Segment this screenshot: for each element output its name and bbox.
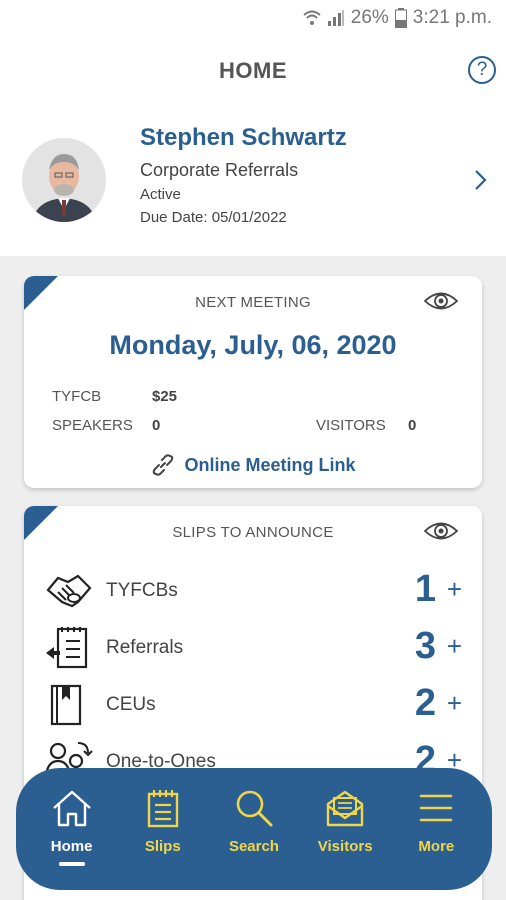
battery-icon xyxy=(394,8,407,28)
tyfcb-label: TYFCB xyxy=(52,388,102,405)
nav-label: Home xyxy=(50,838,93,855)
menu-icon xyxy=(420,794,453,822)
handshake-icon xyxy=(46,574,92,608)
slip-count: 2 xyxy=(414,682,436,724)
visitors-value: 0 xyxy=(408,417,417,434)
nav-slips[interactable]: Slips xyxy=(121,768,205,890)
link-icon xyxy=(153,454,174,476)
active-tab-indicator xyxy=(58,862,85,866)
slip-count: 1 xyxy=(414,568,436,610)
status-bar: 26% 3:21 p.m. xyxy=(0,0,506,36)
slip-count: 3 xyxy=(414,625,436,667)
home-icon xyxy=(52,790,91,827)
slip-row-ceus[interactable]: CEUs 2 + xyxy=(44,682,462,732)
eye-icon[interactable] xyxy=(424,290,458,312)
wifi-icon xyxy=(303,10,321,25)
membership-due-date: Due Date: 05/01/2022 xyxy=(140,209,287,226)
battery-percent: 26% xyxy=(350,7,389,28)
next-meeting-label: NEXT MEETING xyxy=(195,294,311,311)
slip-row-referrals[interactable]: Referrals 3 + xyxy=(44,625,462,675)
next-meeting-card: NEXT MEETING Monday, July, 06, 2020 TYFC… xyxy=(24,276,482,488)
online-meeting-link[interactable]: Online Meeting Link xyxy=(24,452,482,478)
clock: 3:21 p.m. xyxy=(412,7,492,28)
signal-icon xyxy=(327,10,344,26)
nav-label: More xyxy=(418,838,455,855)
slips-label: SLIPS TO ANNOUNCE xyxy=(172,524,334,541)
nav-search[interactable]: Search xyxy=(212,768,296,890)
member-status: Active xyxy=(140,186,181,203)
meeting-date: Monday, July, 06, 2020 xyxy=(109,330,397,360)
add-referral-button[interactable]: + xyxy=(447,631,462,662)
book-icon xyxy=(50,684,82,726)
eye-icon[interactable] xyxy=(424,520,458,542)
referral-list-icon xyxy=(46,627,88,669)
nav-label: Search xyxy=(228,838,279,855)
member-company: Corporate Referrals xyxy=(140,160,299,180)
slip-row-tyfcbs[interactable]: TYFCBs 1 + xyxy=(44,568,462,618)
nav-label: Slips xyxy=(144,838,181,855)
slip-label: TYFCBs xyxy=(106,580,178,601)
nav-more[interactable]: More xyxy=(394,768,478,890)
speakers-value: 0 xyxy=(152,417,161,434)
clipboard-icon xyxy=(147,790,178,828)
add-ceu-button[interactable]: + xyxy=(447,688,462,719)
slip-label: Referrals xyxy=(106,637,184,658)
page-title: HOME xyxy=(219,58,287,83)
envelope-icon xyxy=(326,790,364,827)
member-name: Stephen Schwartz xyxy=(140,124,347,151)
nav-label: Visitors xyxy=(317,838,373,855)
tyfcb-value: $25 xyxy=(152,388,178,405)
visitors-label: VISITORS xyxy=(316,417,386,434)
speakers-label: SPEAKERS xyxy=(52,417,133,434)
chevron-right-icon[interactable] xyxy=(474,168,488,192)
slip-label: CEUs xyxy=(106,694,156,715)
nav-home[interactable]: Home xyxy=(30,768,114,890)
add-tyfcb-button[interactable]: + xyxy=(447,574,462,605)
app-header: HOME ? xyxy=(0,36,506,106)
avatar xyxy=(22,138,106,222)
nav-visitors[interactable]: Visitors xyxy=(303,768,387,890)
profile-summary[interactable]: Stephen Schwartz Corporate Referrals Act… xyxy=(0,112,506,254)
help-icon[interactable]: ? xyxy=(468,56,496,84)
online-meeting-link-text: Online Meeting Link xyxy=(184,454,356,475)
bottom-navigation: Home Slips Search Visitors More xyxy=(16,768,492,890)
search-icon xyxy=(236,790,273,827)
